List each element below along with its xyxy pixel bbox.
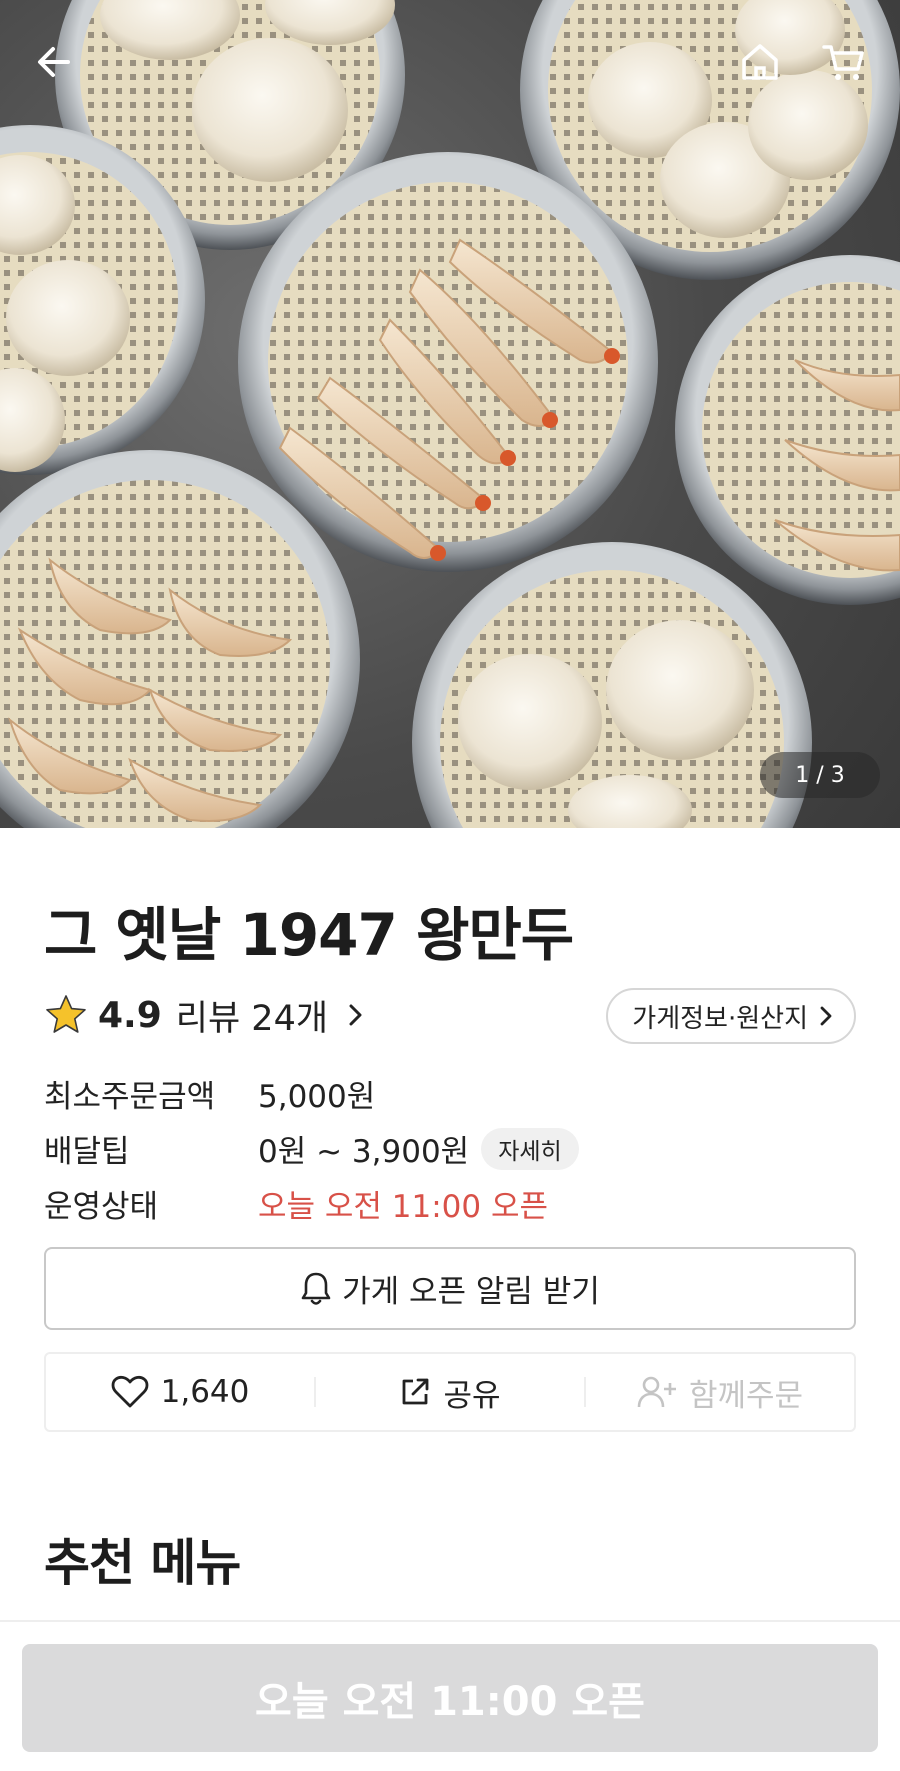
like-count: 1,640 [160,1374,250,1410]
share-label: 공유 [443,1377,501,1414]
add-person-icon [637,1376,676,1408]
group-order-button[interactable]: 함께주문 [586,1354,854,1430]
action-bar: 1,640 공유 함께주문 [44,1352,856,1432]
cart-button[interactable] [812,30,876,94]
home-button[interactable] [728,30,792,94]
share-button[interactable]: 공유 [316,1354,584,1430]
open-alarm-label: 가게 오픈 알림 받기 [342,1274,600,1310]
home-icon [742,44,778,80]
back-button[interactable] [22,30,86,94]
recommended-menu-title: 추천 메뉴 [44,1534,241,1592]
order-cta-button[interactable]: 오늘 오전 11:00 오픈 [22,1644,878,1752]
delivery-tip-value: 0원 ~ 3,900원 [258,1134,470,1170]
delivery-tip-label: 배달팁 [44,1134,130,1170]
chevron-right-icon [820,1006,832,1026]
chevron-right-icon [349,1004,362,1026]
share-icon [403,1378,429,1405]
operation-status-label: 운영상태 [44,1189,159,1225]
min-order-value: 5,000원 [258,1079,376,1115]
review-count: 리뷰 24개 [175,998,329,1039]
store-info-table: 최소주문금액 5,000원 배달팁 0원 ~ 3,900원 자세히 운영상태 오… [44,1066,579,1231]
bell-icon [301,1272,331,1305]
dumplings-photo [0,0,900,828]
bottom-divider [0,1620,900,1622]
operation-status-row: 운영상태 오늘 오전 11:00 오픈 [44,1176,579,1231]
cart-icon [822,45,864,80]
store-info-label: 가게정보·원산지 [632,1003,808,1034]
min-order-row: 최소주문금액 5,000원 [44,1066,579,1121]
arrow-left-icon [38,47,70,77]
store-photo-carousel[interactable]: 1 / 3 [0,0,900,828]
operation-status-value: 오늘 오전 11:00 오픈 [258,1189,549,1225]
store-info-origin-button[interactable]: 가게정보·원산지 [606,988,856,1044]
delivery-tip-row: 배달팁 0원 ~ 3,900원 자세히 [44,1121,579,1176]
rating-score: 4.9 [98,994,162,1036]
star-icon [46,995,86,1033]
min-order-label: 최소주문금액 [44,1079,216,1115]
image-counter: 1 / 3 [760,752,880,798]
like-button[interactable]: 1,640 [46,1354,314,1430]
store-name: 그 옛날 1947 왕만두 [44,901,574,969]
delivery-tip-detail-button[interactable]: 자세히 [481,1127,579,1170]
heart-icon [111,1375,149,1408]
group-order-label: 함께주문 [688,1377,804,1414]
rating-review-link[interactable]: 4.9 리뷰 24개 [44,987,368,1043]
open-alarm-button[interactable]: 가게 오픈 알림 받기 [44,1247,856,1330]
